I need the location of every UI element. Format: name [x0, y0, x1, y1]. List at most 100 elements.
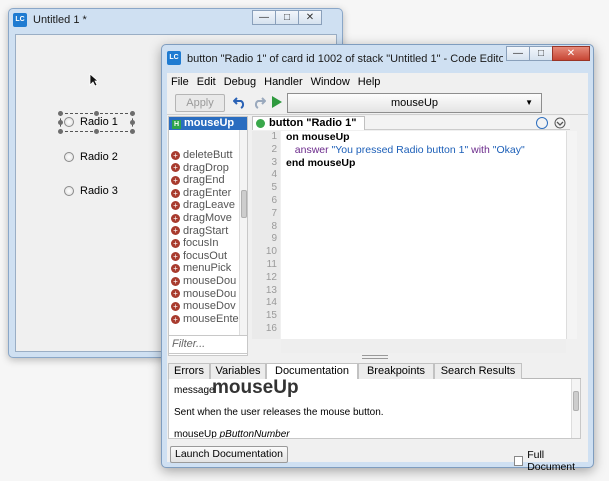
line-number: 3: [271, 156, 277, 168]
handler-dropdown[interactable]: mouseUp ▼: [287, 93, 542, 113]
tab-documentation[interactable]: Documentation: [266, 363, 358, 380]
add-handler-icon: +: [171, 175, 180, 185]
add-handler-icon: +: [171, 201, 180, 211]
documentation-panel: message mouseUp Sent when the user relea…: [168, 379, 581, 439]
collapse-icon[interactable]: [554, 117, 566, 129]
minimize-icon[interactable]: —: [252, 10, 276, 25]
tab-errors[interactable]: Errors: [168, 363, 210, 379]
radio-button-3[interactable]: Radio 3: [64, 185, 118, 197]
code-line: on mouseUp: [286, 131, 350, 143]
add-handler-icon: +: [171, 238, 180, 248]
stack-title-bar[interactable]: LC Untitled 1 * — □ ✕: [9, 9, 342, 33]
handler-list-panel: HmouseUp + deleteButt + dragDrop + dragEnd …: [168, 116, 248, 356]
bottom-tab-bar: Errors Variables Documentation Breakpoin…: [168, 363, 581, 380]
handler-filter-input[interactable]: Filter...: [168, 335, 248, 354]
tab-variables[interactable]: Variables: [210, 363, 266, 379]
apply-button[interactable]: Apply: [175, 94, 225, 112]
line-number: 5: [271, 182, 277, 194]
mouse-pointer-icon: [89, 73, 99, 87]
script-editor[interactable]: on mouseUp answer "You pressed Radio but…: [281, 131, 566, 339]
radio-label: Radio 2: [80, 151, 118, 163]
undo-icon[interactable]: [233, 95, 247, 109]
doc-entry-type: message: [174, 385, 215, 396]
menu-file[interactable]: File: [167, 76, 193, 88]
resize-handle[interactable]: [94, 129, 99, 134]
handler-list-item[interactable]: + focusIn: [171, 237, 241, 250]
script-tab[interactable]: button "Radio 1": [252, 116, 366, 130]
handler-list-item[interactable]: + focusOut: [171, 250, 241, 263]
editor-title-bar[interactable]: LC button "Radio 1" of card id 1002 of s…: [162, 45, 593, 73]
maximize-icon[interactable]: □: [275, 10, 299, 25]
handler-list-item[interactable]: + dragStart: [171, 225, 241, 238]
add-handler-icon: +: [171, 276, 180, 286]
radio-circle-icon: [64, 152, 74, 162]
run-icon[interactable]: [271, 95, 283, 109]
tab-breakpoints[interactable]: Breakpoints: [358, 363, 434, 379]
handler-list-item[interactable]: + dragEnd: [171, 174, 241, 187]
tab-search-results[interactable]: Search Results: [434, 363, 522, 379]
radio-button-1[interactable]: Radio 1: [64, 116, 118, 128]
handler-list-item[interactable]: + mouseDou: [171, 288, 241, 301]
resize-handle[interactable]: [58, 111, 63, 116]
maximize-icon[interactable]: □: [529, 46, 553, 61]
add-handler-icon: +: [171, 251, 180, 261]
script-scrollbar[interactable]: [566, 131, 577, 339]
line-number: 16: [265, 322, 277, 334]
add-handler-icon: +: [171, 264, 180, 274]
doc-scrollbar[interactable]: [571, 379, 580, 438]
chevron-down-icon: ▼: [525, 98, 533, 107]
radio-label: Radio 1: [80, 116, 118, 128]
full-document-checkbox[interactable]: Full Document: [514, 449, 588, 473]
resize-handle[interactable]: [58, 120, 63, 125]
radio-button-2[interactable]: Radio 2: [64, 151, 118, 163]
close-icon[interactable]: ✕: [298, 10, 322, 25]
resize-handle[interactable]: [130, 129, 135, 134]
handler-list-item[interactable]: + mouseDov: [171, 300, 241, 313]
menu-window[interactable]: Window: [307, 76, 354, 88]
active-handler-item[interactable]: HmouseUp: [169, 117, 247, 130]
scrollbar-thumb[interactable]: [573, 391, 579, 411]
handler-list-scrollbar[interactable]: [239, 130, 247, 335]
scrollbar-thumb[interactable]: [241, 190, 247, 218]
menu-bar: File Edit Debug Handler Window Help: [167, 73, 588, 91]
handler-list-item[interactable]: + deleteButt: [171, 149, 241, 162]
line-number: 10: [265, 246, 277, 258]
redo-icon[interactable]: [252, 95, 266, 109]
line-number: 11: [266, 258, 277, 270]
close-icon[interactable]: ✕: [552, 46, 590, 61]
line-number: 13: [265, 284, 277, 296]
menu-handler[interactable]: Handler: [260, 76, 307, 88]
handler-list-item[interactable]: + dragDrop: [171, 162, 241, 175]
doc-syntax: mouseUp pButtonNumber: [174, 429, 290, 439]
resize-handle[interactable]: [130, 120, 135, 125]
menu-help[interactable]: Help: [354, 76, 385, 88]
menu-debug[interactable]: Debug: [220, 76, 260, 88]
doc-entry-name: mouseUp: [212, 379, 299, 398]
radio-circle-icon: [64, 186, 74, 196]
pane-splitter-handle[interactable]: [362, 355, 388, 359]
handler-list-item[interactable]: + dragMove: [171, 212, 241, 225]
script-horizontal-scrollbar[interactable]: [281, 339, 566, 353]
resize-handle[interactable]: [130, 111, 135, 116]
add-handler-icon: +: [171, 188, 180, 198]
line-number: 9: [271, 233, 277, 245]
add-handler-icon: +: [171, 150, 180, 160]
script-tab-bar: button "Radio 1": [252, 116, 570, 130]
clock-icon[interactable]: [536, 117, 548, 129]
handler-list-item[interactable]: + dragLeave: [171, 199, 241, 212]
active-handler-label: mouseUp: [184, 117, 235, 129]
handler-list-item[interactable]: + mouseDou: [171, 275, 241, 288]
launch-documentation-button[interactable]: Launch Documentation: [170, 446, 288, 463]
line-number: 14: [265, 297, 277, 309]
menu-edit[interactable]: Edit: [193, 76, 220, 88]
code-line: answer "You pressed Radio button 1" with…: [294, 143, 525, 156]
resize-handle[interactable]: [58, 129, 63, 134]
line-number: 15: [265, 310, 277, 322]
handler-list-item[interactable]: + dragEnter: [171, 187, 241, 200]
handler-list-item[interactable]: + mouseEnte: [171, 313, 241, 326]
line-number: 4: [271, 169, 277, 181]
line-number: 1: [271, 131, 277, 142]
minimize-icon[interactable]: —: [506, 46, 530, 61]
handler-list-item[interactable]: + menuPick: [171, 262, 241, 275]
line-number: 8: [271, 220, 277, 232]
